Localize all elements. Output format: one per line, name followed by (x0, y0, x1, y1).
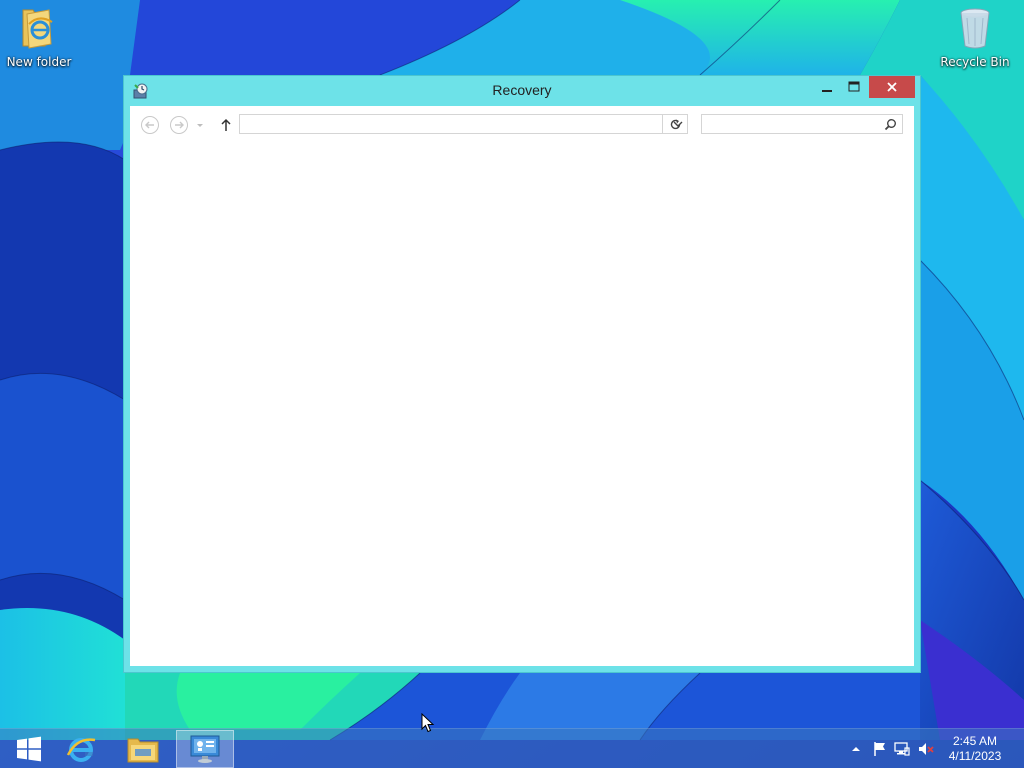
address-input[interactable] (244, 116, 658, 134)
minimize-button[interactable] (814, 76, 840, 98)
clock-date: 4/11/2023 (948, 749, 1002, 763)
taskbar-file-explorer[interactable] (114, 730, 172, 768)
title-bar[interactable]: Recovery (124, 76, 920, 106)
search-icon[interactable] (884, 118, 897, 131)
close-icon (887, 82, 897, 92)
ie-icon (66, 738, 96, 762)
recovery-window: Recovery (123, 75, 921, 673)
speaker-muted-icon[interactable] (918, 741, 934, 757)
back-button[interactable] (139, 114, 161, 136)
refresh-button[interactable] (662, 114, 688, 134)
taskbar: 2:45 AM 4/11/2023 (0, 728, 1024, 768)
up-arrow-icon (221, 118, 231, 131)
close-button[interactable] (869, 76, 915, 98)
recent-locations-button[interactable] (193, 114, 207, 136)
network-icon[interactable] (894, 741, 910, 757)
search-box[interactable] (701, 114, 903, 134)
folder-icon (127, 738, 159, 763)
chevron-down-icon (197, 124, 203, 127)
window-content (130, 106, 914, 666)
show-hidden-icon[interactable] (848, 741, 864, 757)
desktop-icon-label: Recycle Bin (940, 55, 1010, 69)
mouse-cursor-icon (421, 713, 435, 733)
taskbar-control-panel[interactable] (176, 730, 234, 768)
clock-time: 2:45 AM (952, 734, 998, 748)
navigation-bar (130, 106, 914, 142)
start-button[interactable] (0, 730, 58, 768)
minimize-icon (822, 90, 832, 92)
desktop-icon-new-folder[interactable]: New folder (1, 6, 77, 69)
address-bar[interactable] (239, 114, 688, 134)
forward-button[interactable] (168, 114, 190, 136)
recycle-bin-icon (960, 8, 990, 49)
taskbar-internet-explorer[interactable] (52, 730, 110, 768)
folder-ie-icon (22, 9, 53, 49)
clock[interactable]: 2:45 AM 4/11/2023 (942, 734, 1008, 764)
action-center-flag-icon[interactable] (872, 741, 888, 757)
system-tray: 2:45 AM 4/11/2023 (844, 729, 1024, 768)
up-button[interactable] (215, 114, 237, 136)
maximize-button[interactable] (841, 76, 867, 98)
desktop: New folder Recycle Bin Recovery 2:45 AM … (0, 0, 1024, 768)
desktop-icon-label: New folder (6, 55, 72, 69)
maximize-icon (848, 81, 860, 92)
windows-logo-icon (17, 736, 41, 762)
refresh-icon (670, 119, 681, 129)
forward-arrow-icon (170, 116, 188, 134)
desktop-icon-recycle-bin[interactable]: Recycle Bin (937, 6, 1013, 69)
control-panel-icon (190, 735, 220, 763)
search-input[interactable] (706, 116, 880, 134)
back-arrow-icon (141, 116, 159, 134)
window-title: Recovery (492, 82, 552, 98)
